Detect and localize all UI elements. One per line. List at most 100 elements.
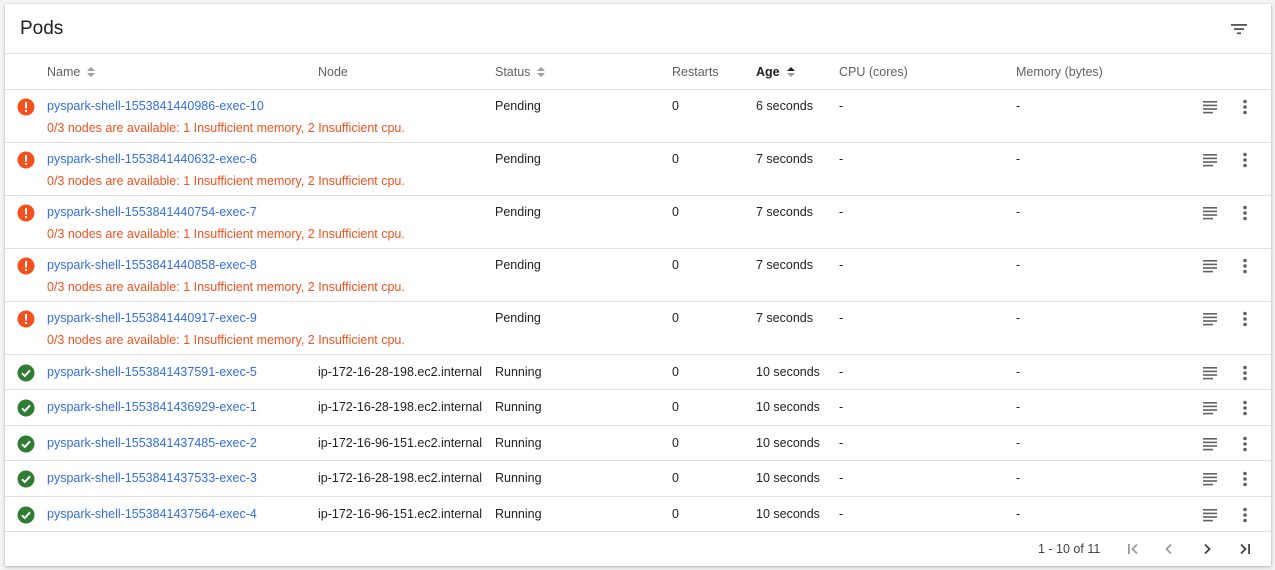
table-row: pyspark-shell-1553841437533-exec-3 ip-172… bbox=[5, 461, 1271, 497]
pod-age: 6 seconds bbox=[756, 99, 813, 113]
pod-age: 7 seconds bbox=[756, 152, 813, 166]
pod-restarts: 0 bbox=[672, 152, 679, 166]
logs-icon[interactable] bbox=[1202, 259, 1218, 273]
error-icon bbox=[17, 151, 35, 169]
pod-memory: - bbox=[1016, 400, 1021, 415]
column-header-status[interactable]: Status bbox=[495, 65, 546, 79]
pod-cpu: - bbox=[839, 152, 844, 166]
success-check-icon bbox=[17, 506, 35, 524]
pod-name-link[interactable]: pyspark-shell-1553841436929-exec-1 bbox=[47, 400, 257, 414]
logs-icon[interactable] bbox=[1202, 437, 1218, 451]
pod-status: Running bbox=[495, 400, 542, 415]
pod-memory: - bbox=[1016, 205, 1021, 219]
success-check-icon bbox=[17, 364, 35, 382]
pod-status: Pending bbox=[495, 205, 541, 219]
error-icon bbox=[17, 257, 35, 275]
pod-status: Running bbox=[495, 471, 542, 486]
pod-memory: - bbox=[1016, 152, 1021, 166]
pod-status: Running bbox=[495, 506, 542, 521]
pod-status: Running bbox=[495, 365, 542, 379]
pod-cpu: - bbox=[839, 471, 844, 486]
pod-restarts: 0 bbox=[672, 365, 679, 379]
next-page-icon[interactable] bbox=[1198, 540, 1216, 558]
pod-name-link[interactable]: pyspark-shell-1553841440632-exec-6 bbox=[47, 152, 257, 166]
pod-age: 7 seconds bbox=[756, 258, 813, 272]
more-vert-icon[interactable] bbox=[1241, 507, 1249, 523]
pod-restarts: 0 bbox=[672, 471, 679, 486]
pod-name-link[interactable]: pyspark-shell-1553841437533-exec-3 bbox=[47, 471, 257, 485]
pod-restarts: 0 bbox=[672, 258, 679, 272]
pod-node: ip-172-16-28-198.ec2.internal bbox=[318, 400, 482, 415]
previous-page-icon[interactable] bbox=[1160, 540, 1178, 558]
pod-name-link[interactable]: pyspark-shell-1553841440754-exec-7 bbox=[47, 205, 257, 219]
pod-restarts: 0 bbox=[672, 311, 679, 325]
more-vert-icon[interactable] bbox=[1241, 258, 1249, 274]
pod-node: ip-172-16-96-151.ec2.internal bbox=[318, 506, 482, 521]
pod-name-link[interactable]: pyspark-shell-1553841440986-exec-10 bbox=[47, 99, 264, 113]
more-vert-icon[interactable] bbox=[1241, 205, 1249, 221]
column-header-age[interactable]: Age bbox=[756, 65, 796, 79]
column-header-memory: Memory (bytes) bbox=[1016, 65, 1103, 79]
logs-icon[interactable] bbox=[1202, 508, 1218, 522]
column-header-name[interactable]: Name bbox=[47, 65, 96, 79]
pod-node: ip-172-16-28-198.ec2.internal bbox=[318, 365, 482, 379]
pod-cpu: - bbox=[839, 506, 844, 521]
pod-age: 7 seconds bbox=[756, 205, 813, 219]
more-vert-icon[interactable] bbox=[1241, 311, 1249, 327]
logs-icon[interactable] bbox=[1202, 206, 1218, 220]
pod-memory: - bbox=[1016, 311, 1021, 325]
logs-icon[interactable] bbox=[1202, 401, 1218, 415]
pod-memory: - bbox=[1016, 365, 1021, 379]
logs-icon[interactable] bbox=[1202, 366, 1218, 380]
pod-cpu: - bbox=[839, 435, 844, 450]
error-icon bbox=[17, 310, 35, 328]
first-page-icon[interactable] bbox=[1124, 540, 1142, 558]
table-row: pyspark-shell-1553841437564-exec-4 ip-172… bbox=[5, 497, 1271, 532]
pod-name-link[interactable]: pyspark-shell-1553841440858-exec-8 bbox=[47, 258, 257, 272]
table-row: pyspark-shell-1553841440986-exec-10 Pendi… bbox=[5, 90, 1271, 143]
pod-age: 10 seconds bbox=[756, 400, 820, 415]
pod-memory: - bbox=[1016, 506, 1021, 521]
pod-error-message: 0/3 nodes are available: 1 Insufficient … bbox=[47, 121, 405, 135]
filter-icon[interactable] bbox=[1229, 19, 1249, 39]
pod-cpu: - bbox=[839, 205, 844, 219]
pod-name-link[interactable]: pyspark-shell-1553841437591-exec-5 bbox=[47, 365, 257, 379]
pod-cpu: - bbox=[839, 400, 844, 415]
pod-cpu: - bbox=[839, 99, 844, 113]
more-vert-icon[interactable] bbox=[1241, 436, 1249, 452]
column-header-cpu: CPU (cores) bbox=[839, 65, 908, 79]
logs-icon[interactable] bbox=[1202, 312, 1218, 326]
pod-error-message: 0/3 nodes are available: 1 Insufficient … bbox=[47, 174, 405, 188]
page-title: Pods bbox=[20, 18, 64, 39]
pod-memory: - bbox=[1016, 435, 1021, 450]
more-vert-icon[interactable] bbox=[1241, 400, 1249, 416]
pod-name-link[interactable]: pyspark-shell-1553841440917-exec-9 bbox=[47, 311, 257, 325]
pod-age: 10 seconds bbox=[756, 365, 820, 379]
table-row: pyspark-shell-1553841436929-exec-1 ip-172… bbox=[5, 390, 1271, 426]
sort-icon bbox=[537, 67, 546, 77]
error-icon bbox=[17, 98, 35, 116]
column-header-node: Node bbox=[318, 65, 348, 79]
more-vert-icon[interactable] bbox=[1241, 471, 1249, 487]
pod-age: 7 seconds bbox=[756, 311, 813, 325]
logs-icon[interactable] bbox=[1202, 100, 1218, 114]
logs-icon[interactable] bbox=[1202, 153, 1218, 167]
logs-icon[interactable] bbox=[1202, 472, 1218, 486]
table-row: pyspark-shell-1553841440754-exec-7 Pendin… bbox=[5, 196, 1271, 249]
last-page-icon[interactable] bbox=[1236, 540, 1254, 558]
pod-status: Pending bbox=[495, 99, 541, 113]
pod-error-message: 0/3 nodes are available: 1 Insufficient … bbox=[47, 333, 405, 347]
pod-name-link[interactable]: pyspark-shell-1553841437485-exec-2 bbox=[47, 436, 257, 450]
pod-error-message: 0/3 nodes are available: 1 Insufficient … bbox=[47, 280, 405, 294]
table-row: pyspark-shell-1553841437591-exec-5 ip-172… bbox=[5, 355, 1271, 391]
pod-cpu: - bbox=[839, 365, 844, 379]
pod-status: Pending bbox=[495, 258, 541, 272]
success-check-icon bbox=[17, 399, 35, 417]
more-vert-icon[interactable] bbox=[1241, 152, 1249, 168]
pod-name-link[interactable]: pyspark-shell-1553841437564-exec-4 bbox=[47, 507, 257, 521]
pod-cpu: - bbox=[839, 258, 844, 272]
pod-node: ip-172-16-28-198.ec2.internal bbox=[318, 471, 482, 486]
more-vert-icon[interactable] bbox=[1241, 99, 1249, 115]
more-vert-icon[interactable] bbox=[1241, 365, 1249, 381]
pod-restarts: 0 bbox=[672, 99, 679, 113]
